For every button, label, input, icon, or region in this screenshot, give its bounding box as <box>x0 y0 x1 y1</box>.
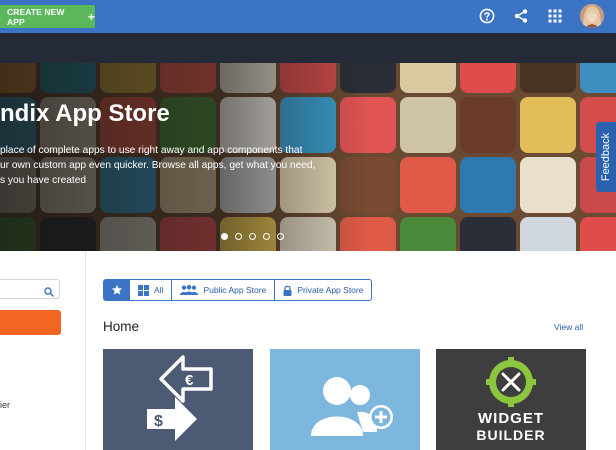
share-icon[interactable] <box>511 6 531 26</box>
star-icon <box>111 284 123 296</box>
feedback-label: Feedback <box>600 132 612 182</box>
svg-text:$: $ <box>154 413 163 430</box>
carousel-dot[interactable] <box>277 233 284 240</box>
create-new-app-button[interactable]: CREATE NEW APP + <box>0 5 95 28</box>
left-sidebar: ier <box>0 251 86 450</box>
tab-all-label: All <box>154 285 164 295</box>
apps-grid-icon[interactable] <box>545 6 565 26</box>
view-all-link[interactable]: View all <box>554 322 583 332</box>
add-users-icon <box>307 374 397 449</box>
tab-public-app-store[interactable]: Public App Store <box>172 279 276 301</box>
carousel-dot[interactable] <box>263 233 270 240</box>
tab-private-label: Private App Store <box>297 285 364 295</box>
hero-title: ndix App Store <box>0 100 170 127</box>
hero-banner: ndix App Store place of complete apps to… <box>0 63 616 251</box>
search-icon[interactable] <box>44 284 54 302</box>
secondary-dark-bar <box>0 33 616 63</box>
section-title: Home <box>103 319 140 334</box>
svg-text:€: € <box>185 372 194 389</box>
widget-builder-title-line1: WIDGET <box>478 410 544 427</box>
plus-icon: + <box>87 9 95 24</box>
sidebar-action-button[interactable] <box>0 310 61 335</box>
widget-builder-title-line2: BUILDER <box>476 427 546 443</box>
hero-description-line: s you have created <box>0 175 87 186</box>
app-store-page: CREATE NEW APP + ndix App Store place of… <box>0 0 616 450</box>
users-icon <box>180 285 199 295</box>
tab-all[interactable]: All <box>130 279 173 301</box>
carousel-dot[interactable] <box>221 233 228 240</box>
gear-tools-icon <box>486 357 536 412</box>
currency-exchange-icon: € $ <box>141 355 217 450</box>
lock-icon <box>283 285 292 296</box>
app-card-add-users[interactable] <box>270 349 420 450</box>
app-card-widget-builder[interactable]: WIDGET BUILDER <box>436 349 586 450</box>
top-navigation-bar: CREATE NEW APP + <box>0 0 616 33</box>
create-new-app-label: CREATE NEW APP <box>7 6 65 27</box>
store-filter-tabs: All Public App Store Private App Store <box>103 279 373 301</box>
carousel-dot[interactable] <box>249 233 256 240</box>
tab-favorites[interactable] <box>103 279 130 301</box>
carousel-pagination <box>221 233 284 240</box>
feedback-tab[interactable]: Feedback <box>596 122 616 192</box>
hero-description-line: place of complete apps to use right away… <box>0 145 303 156</box>
hero-description: place of complete apps to use right away… <box>0 143 340 188</box>
carousel-dot[interactable] <box>235 233 242 240</box>
search-input[interactable] <box>0 279 60 299</box>
tab-private-app-store[interactable]: Private App Store <box>275 279 373 301</box>
help-icon[interactable] <box>477 6 497 26</box>
grid-icon <box>138 284 149 296</box>
hero-description-line: ur own custom app even quicker. Browse a… <box>0 160 316 171</box>
user-avatar[interactable] <box>580 4 604 28</box>
tab-public-label: Public App Store <box>203 285 267 295</box>
app-card-currency-exchange[interactable]: € $ <box>103 349 253 450</box>
sidebar-item-label[interactable]: ier <box>0 400 10 410</box>
